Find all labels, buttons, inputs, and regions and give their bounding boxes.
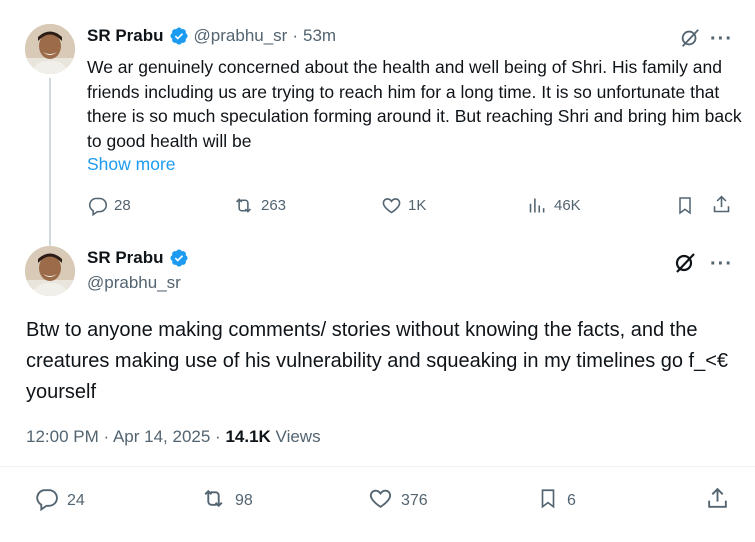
- heart-icon: [381, 195, 402, 216]
- reply-count: 28: [114, 197, 131, 214]
- repost-icon: [232, 195, 255, 216]
- repost-count: 263: [261, 197, 287, 214]
- more-dots-icon[interactable]: ···: [710, 29, 733, 49]
- separator: ·: [292, 26, 299, 45]
- reply-button[interactable]: 28: [87, 195, 131, 216]
- verified-badge-icon: [169, 26, 189, 46]
- thread-line: [49, 78, 51, 246]
- views-button[interactable]: 46K: [527, 195, 581, 216]
- views-count: 14.1K: [225, 427, 271, 446]
- avatar[interactable]: [25, 246, 75, 296]
- reply-icon: [87, 195, 108, 216]
- views-label: Views: [275, 427, 321, 446]
- author-handle[interactable]: @prabhu_sr: [87, 273, 181, 293]
- repost-count: 98: [235, 492, 253, 509]
- reply-count: 24: [67, 492, 85, 509]
- author-handle[interactable]: @prabhu_sr: [194, 26, 288, 46]
- more-dots-icon[interactable]: ···: [710, 254, 733, 274]
- like-button[interactable]: 1K: [381, 195, 426, 216]
- share-icon[interactable]: [711, 194, 732, 220]
- views-chart-icon: [527, 195, 548, 216]
- tweet-time[interactable]: 12:00 PM: [26, 427, 99, 446]
- tweet-timestamp-row: 12:00 PM · Apr 14, 2025 · 14.1K Views: [26, 427, 321, 447]
- grok-icon[interactable]: [679, 27, 701, 54]
- views-count: 46K: [554, 197, 581, 214]
- show-more-link[interactable]: Show more: [87, 154, 176, 175]
- bookmark-count: 6: [567, 492, 576, 509]
- tweet-time[interactable]: 53m: [303, 26, 336, 46]
- verified-badge-icon: [169, 248, 189, 268]
- bookmark-button[interactable]: 6: [537, 486, 576, 516]
- like-button[interactable]: 376: [368, 486, 428, 516]
- heart-icon: [368, 486, 393, 516]
- tweet-text: We ar genuinely concerned about the heal…: [87, 57, 742, 151]
- avatar[interactable]: [25, 24, 75, 74]
- repost-icon: [200, 486, 227, 516]
- like-count: 376: [401, 492, 428, 509]
- author-name[interactable]: SR Prabu: [87, 26, 164, 46]
- like-count: 1K: [408, 197, 427, 214]
- reply-button[interactable]: 24: [34, 486, 85, 516]
- tweet2-header: SR Prabu: [87, 248, 189, 268]
- grok-icon[interactable]: [673, 251, 697, 280]
- tweet1-header: SR Prabu @prabhu_sr · 53m: [87, 26, 336, 46]
- bookmark-icon[interactable]: [675, 195, 695, 221]
- tweet-text: Btw to anyone making comments/ stories w…: [26, 319, 729, 403]
- tweet-date[interactable]: Apr 14, 2025: [113, 427, 210, 446]
- separator: ·: [103, 427, 113, 446]
- repost-button[interactable]: 263: [232, 195, 286, 216]
- separator: ·: [215, 427, 226, 446]
- divider: [0, 466, 755, 467]
- bookmark-icon: [537, 486, 559, 516]
- share-icon[interactable]: [705, 486, 730, 516]
- repost-button[interactable]: 98: [200, 486, 253, 516]
- reply-icon: [34, 486, 59, 516]
- author-name[interactable]: SR Prabu: [87, 248, 164, 268]
